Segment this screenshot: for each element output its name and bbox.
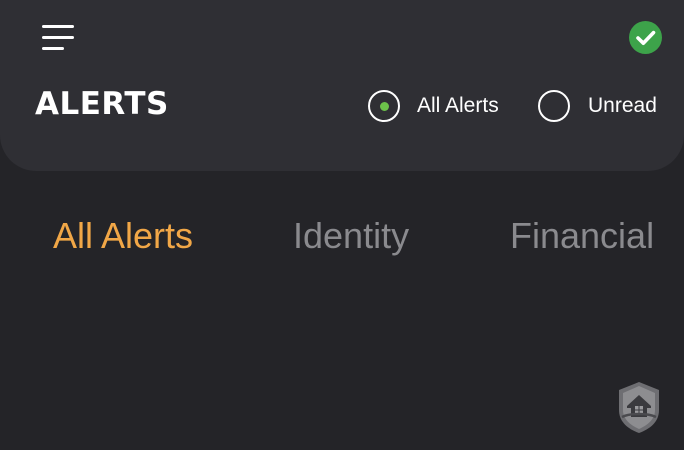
filter-unread-option[interactable]: Unread: [538, 87, 657, 125]
tab-identity[interactable]: Identity: [293, 210, 409, 262]
filter-all-alerts-option[interactable]: All Alerts: [368, 87, 499, 125]
tab-financial[interactable]: Financial: [510, 210, 654, 262]
alerts-screen: ALERTS All Alerts Unread All Alerts Iden…: [0, 0, 684, 450]
radio-selected-dot: [379, 101, 389, 111]
radio-button-selected[interactable]: [368, 90, 400, 122]
filter-unread-label: Unread: [588, 94, 657, 117]
category-tabs: All Alerts Identity Financial: [0, 210, 684, 266]
menu-icon-bar: [42, 36, 74, 39]
page-title: ALERTS: [35, 86, 169, 122]
check-circle-icon: [629, 21, 662, 54]
menu-icon-bar: [42, 47, 64, 50]
menu-button[interactable]: [42, 22, 76, 52]
header: ALERTS All Alerts Unread: [0, 0, 684, 171]
shield-house-icon: [619, 382, 659, 433]
filter-all-alerts-label: All Alerts: [417, 94, 499, 117]
menu-icon-bar: [42, 25, 74, 28]
tab-all-alerts[interactable]: All Alerts: [53, 210, 193, 262]
radio-button-unselected[interactable]: [538, 90, 570, 122]
